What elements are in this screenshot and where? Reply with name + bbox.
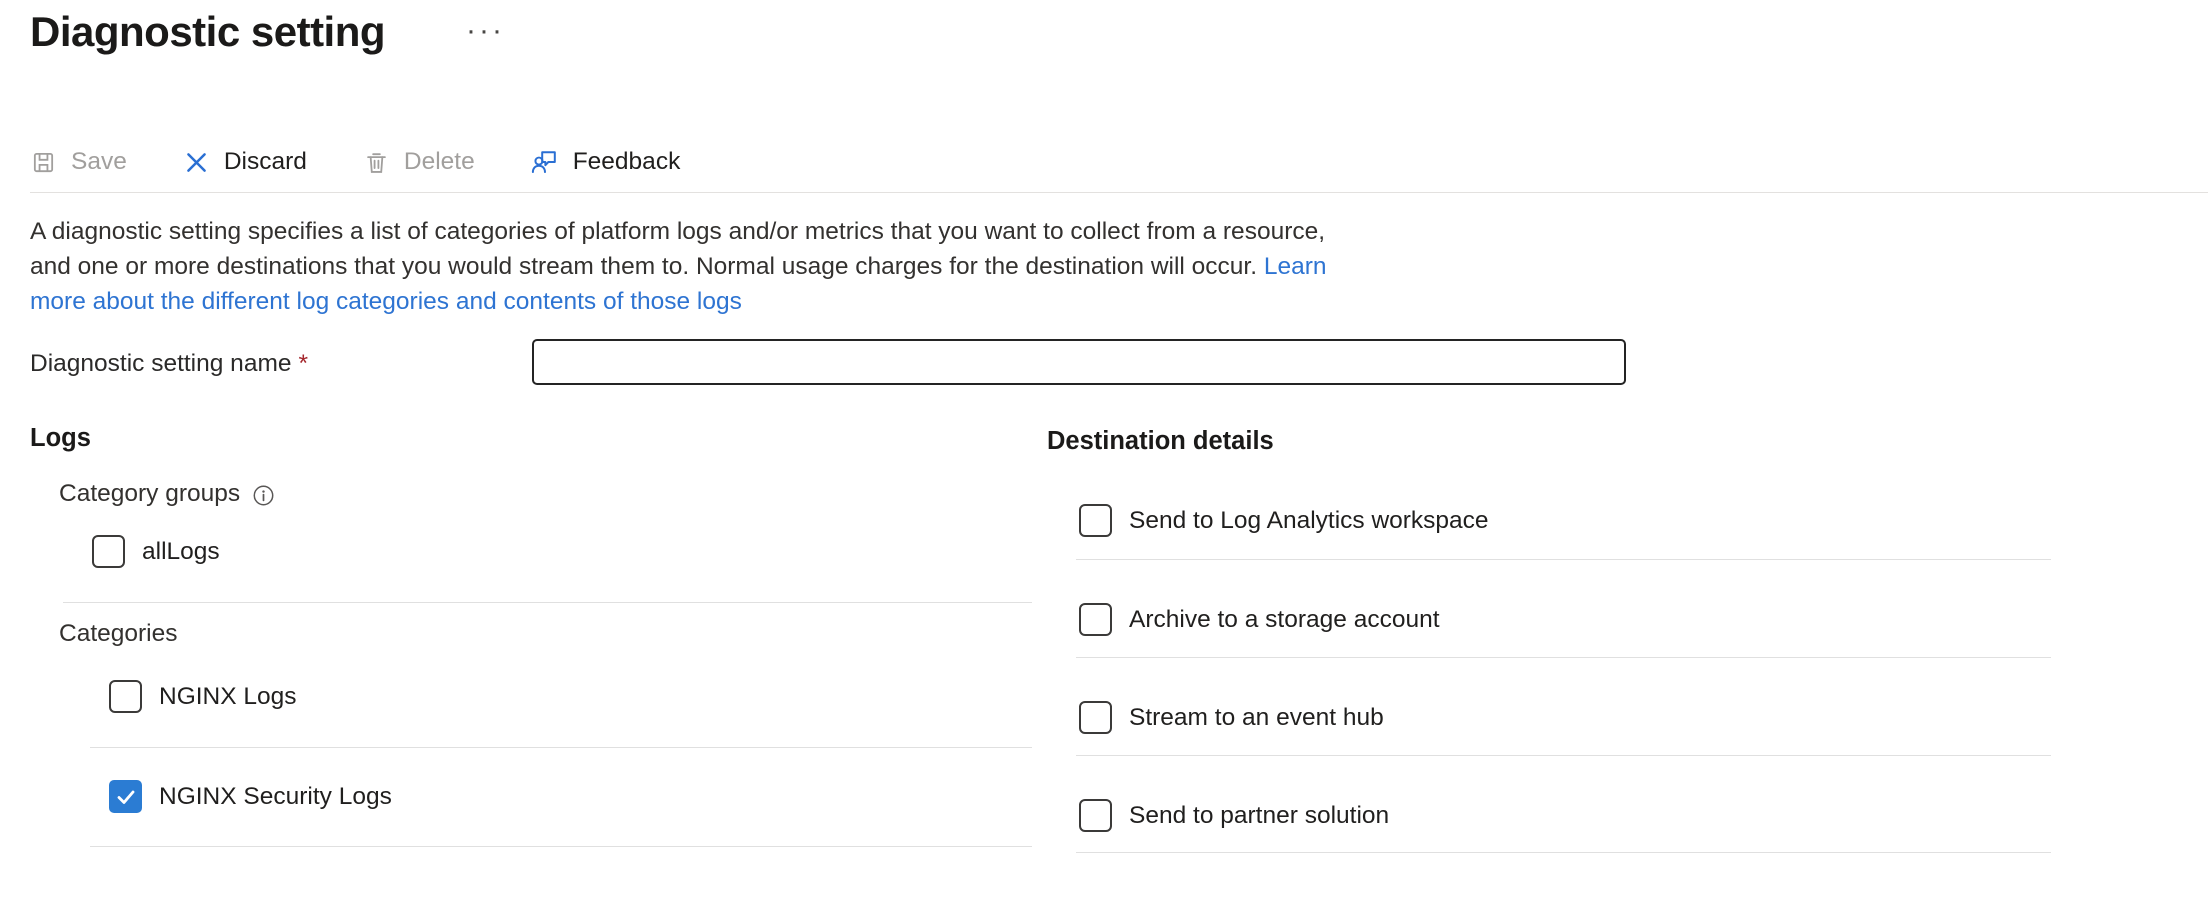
description-line-2-text: and one or more destinations that you wo…: [30, 253, 1264, 280]
destination-row-storage-account: Archive to a storage account: [1079, 603, 1440, 636]
feedback-icon: [531, 148, 559, 176]
learn-more-link[interactable]: Learn: [1264, 253, 1327, 280]
divider: [1076, 657, 2051, 658]
discard-label: Discard: [224, 148, 307, 176]
destination-row-log-analytics: Send to Log Analytics workspace: [1079, 504, 1489, 537]
page-description: A diagnostic setting specifies a list of…: [30, 214, 1327, 319]
description-line-2: and one or more destinations that you wo…: [30, 249, 1327, 284]
stream-to-event-hub-checkbox[interactable]: [1079, 701, 1112, 734]
toolbar-divider: [30, 192, 2208, 193]
save-icon: [30, 149, 57, 176]
name-field-label: Diagnostic setting name: [30, 350, 291, 377]
category-groups-label: Category groups: [59, 480, 240, 508]
archive-to-storage-checkbox[interactable]: [1079, 603, 1112, 636]
alllogs-label[interactable]: allLogs: [142, 538, 220, 566]
diagnostic-setting-page: Diagnostic setting ··· Save Discard: [0, 0, 2208, 908]
feedback-label: Feedback: [573, 148, 681, 176]
logs-section-heading: Logs: [30, 424, 91, 453]
required-asterisk: *: [298, 350, 308, 377]
info-icon[interactable]: [252, 484, 275, 507]
discard-x-icon: [183, 149, 210, 176]
nginx-logs-checkbox[interactable]: [109, 680, 142, 713]
send-to-log-analytics-label[interactable]: Send to Log Analytics workspace: [1129, 507, 1489, 535]
feedback-button[interactable]: Feedback: [531, 148, 681, 176]
divider: [63, 602, 1032, 603]
nginx-security-logs-label[interactable]: NGINX Security Logs: [159, 783, 392, 811]
alllogs-checkbox[interactable]: [92, 535, 125, 568]
category-group-row-alllogs: allLogs: [92, 535, 220, 568]
more-options-button[interactable]: ···: [466, 16, 505, 46]
delete-button[interactable]: Delete: [363, 148, 475, 176]
stream-to-event-hub-label[interactable]: Stream to an event hub: [1129, 704, 1384, 732]
send-to-partner-label[interactable]: Send to partner solution: [1129, 802, 1389, 830]
category-groups-row: Category groups: [59, 480, 275, 508]
destination-details-heading: Destination details: [1047, 427, 1274, 456]
name-field-label-row: Diagnostic setting name *: [30, 350, 308, 378]
save-button[interactable]: Save: [30, 148, 127, 176]
divider: [1076, 852, 2051, 853]
nginx-logs-label[interactable]: NGINX Logs: [159, 683, 297, 711]
destination-row-partner-solution: Send to partner solution: [1079, 799, 1389, 832]
delete-label: Delete: [404, 148, 475, 176]
save-label: Save: [71, 148, 127, 176]
diagnostic-setting-name-input[interactable]: [532, 339, 1626, 385]
categories-label: Categories: [59, 620, 177, 648]
divider: [1076, 755, 2051, 756]
description-line-1: A diagnostic setting specifies a list of…: [30, 214, 1327, 249]
page-title: Diagnostic setting: [30, 8, 385, 56]
divider: [90, 747, 1032, 748]
send-to-partner-checkbox[interactable]: [1079, 799, 1112, 832]
divider: [90, 846, 1032, 847]
learn-more-link[interactable]: more about the different log categories …: [30, 288, 742, 315]
archive-to-storage-label[interactable]: Archive to a storage account: [1129, 606, 1440, 634]
category-row-nginx-logs: NGINX Logs: [109, 680, 297, 713]
send-to-log-analytics-checkbox[interactable]: [1079, 504, 1112, 537]
command-bar: Save Discard Delete: [30, 136, 680, 188]
destination-row-event-hub: Stream to an event hub: [1079, 701, 1384, 734]
discard-button[interactable]: Discard: [183, 148, 307, 176]
divider: [1076, 559, 2051, 560]
description-line-3: more about the different log categories …: [30, 284, 1327, 319]
category-row-nginx-security-logs: NGINX Security Logs: [109, 780, 392, 813]
nginx-security-logs-checkbox[interactable]: [109, 780, 142, 813]
trash-icon: [363, 149, 390, 176]
